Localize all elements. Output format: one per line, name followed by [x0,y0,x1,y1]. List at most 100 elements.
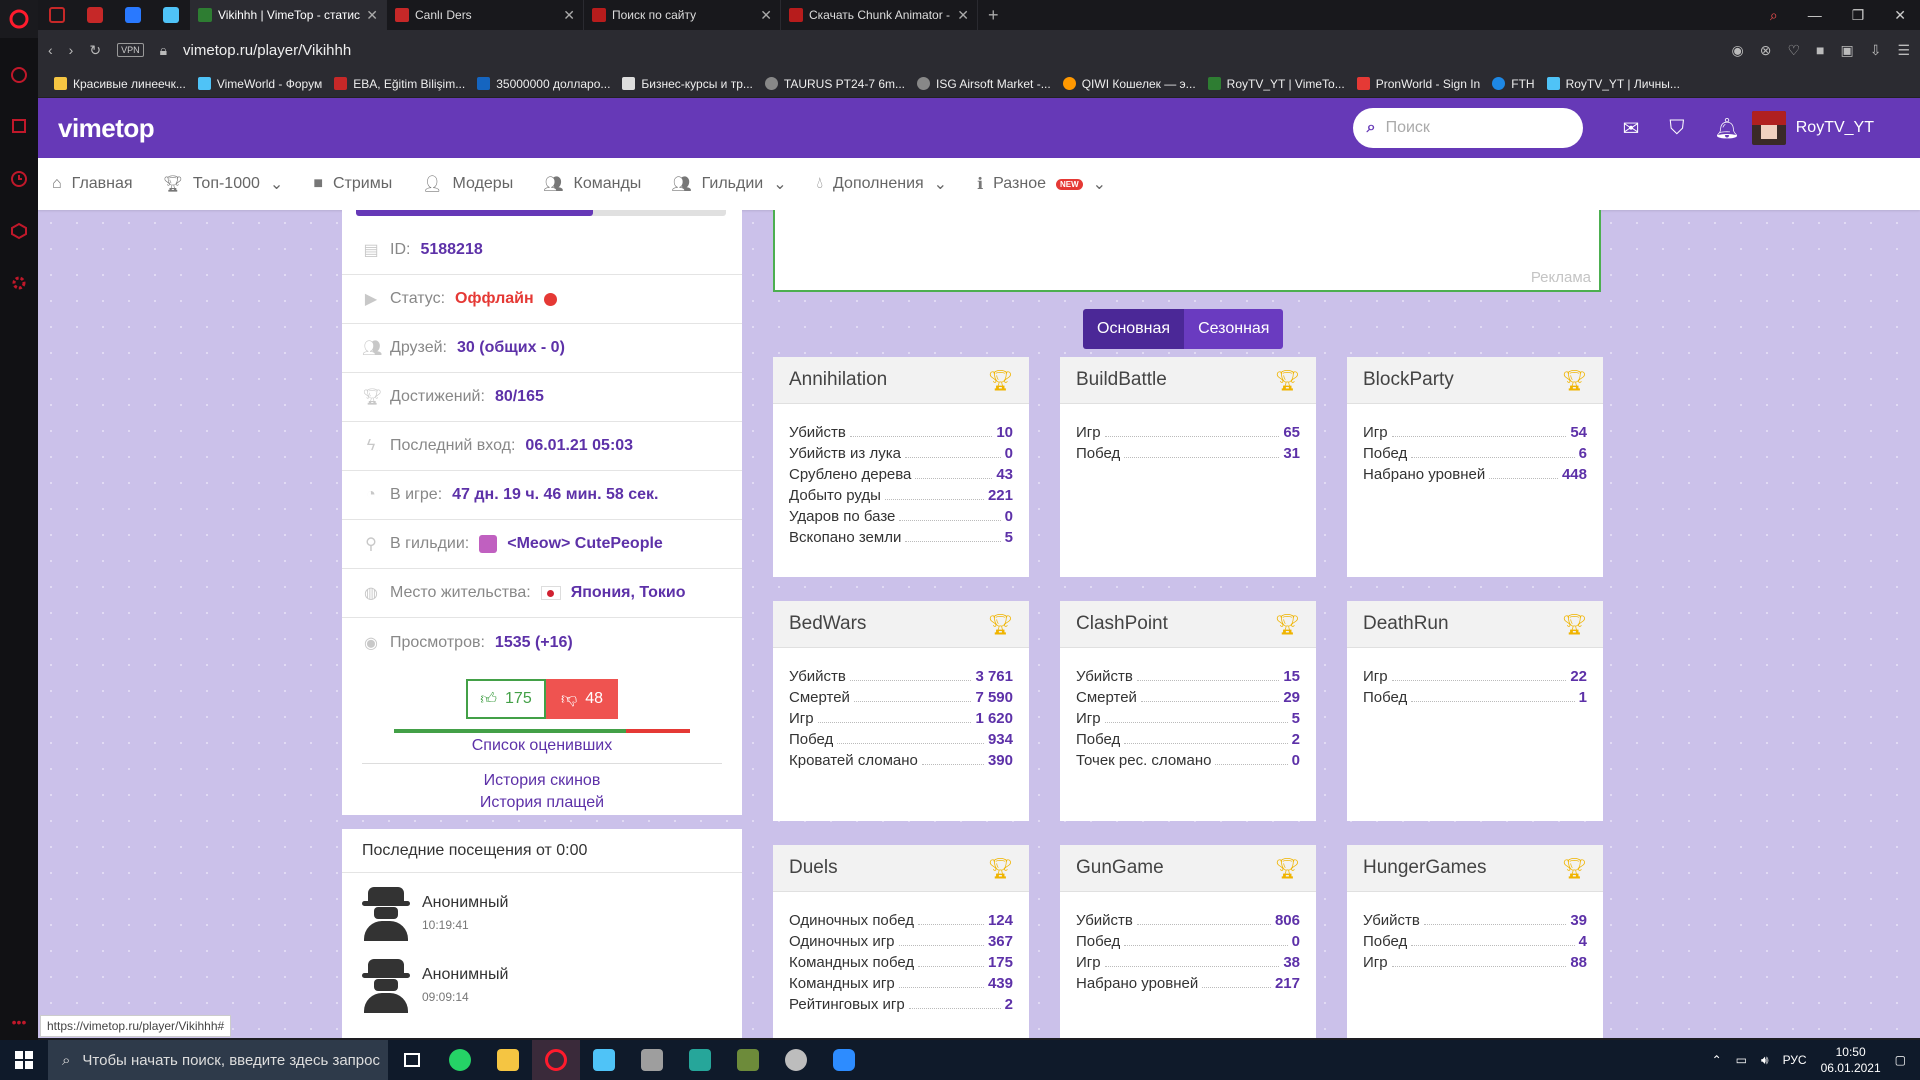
nav-moderators[interactable]: 👤︎ Модеры [422,174,513,194]
bell-icon[interactable]: 🔔︎ [1714,116,1739,141]
twitch-icon[interactable] [0,112,38,142]
taskbar-search-input[interactable]: ⌕ Чтобы начать поиск, введите здесь запр… [48,1040,388,1080]
language-indicator[interactable]: РУС [1783,1053,1807,1067]
vpn-badge[interactable]: VPN [117,43,144,57]
url-field[interactable]: vimetop.ru/player/Vikihhh [183,42,351,59]
camera-icon[interactable]: ◉ [1731,42,1743,59]
bookmark[interactable]: PronWorld - Sign In [1356,77,1480,91]
nav-top-1000[interactable]: 🏆︎ Топ-1000 ⌄ [163,174,284,194]
game-title[interactable]: ClashPoint [1076,613,1168,635]
opera-taskbar-icon[interactable] [532,1040,580,1080]
game-title[interactable]: Annihilation [789,369,887,391]
close-icon[interactable]: ✕ [957,7,969,24]
game-title[interactable]: BedWars [789,613,866,635]
dislike-button[interactable]: 👎︎ 48 [546,679,618,719]
pinned-tab[interactable] [38,0,76,30]
trophy-icon[interactable]: 🏆︎ [1275,368,1300,393]
bookmark[interactable]: VimeWorld - Форум [197,77,322,91]
pen-app-icon[interactable] [676,1040,724,1080]
opera-logo-icon[interactable] [0,0,38,38]
close-icon[interactable]: ✕ [760,7,772,24]
game-title[interactable]: GunGame [1076,857,1164,879]
username[interactable]: RoyTV_YT [1796,119,1874,137]
skins-history-link[interactable]: История скинов [342,772,742,790]
bookmark[interactable]: FTH [1492,77,1535,91]
minecraft-icon[interactable] [724,1040,772,1080]
trophy-icon[interactable]: 🏆︎ [988,612,1013,637]
new-tab-button[interactable]: + [978,5,1009,26]
nav-misc[interactable]: ℹ Разное NEW ⌄ [977,174,1106,194]
vimeworld-icon[interactable] [580,1040,628,1080]
history-icon[interactable] [0,164,38,194]
tab-search[interactable]: Поиск по сайту ✕ [584,0,781,30]
search-tabs-icon[interactable]: ⌕ [1770,7,1778,24]
like-button[interactable]: 👍︎ 175 [466,679,546,719]
raters-list-link[interactable]: Список оценивших [342,737,742,755]
app-icon[interactable] [772,1040,820,1080]
block-icon[interactable]: ⊗ [1760,42,1772,59]
profile-icon[interactable]: ▣ [1840,42,1853,59]
close-window-button[interactable]: ✕ [1894,7,1906,24]
back-icon[interactable]: ‹ [48,42,53,58]
heart-icon[interactable]: ♡ [1787,42,1800,59]
forward-icon[interactable]: › [69,42,74,58]
windows-start-icon[interactable] [0,1040,48,1080]
bookmark[interactable]: Красивые линеечк... [54,77,186,91]
notifications-icon[interactable]: ▢ [1895,1053,1906,1067]
trophy-icon[interactable]: 🏆︎ [1275,612,1300,637]
site-logo[interactable]: vimetop [58,113,155,144]
main-stats-button[interactable]: Основная [1083,309,1185,349]
tab-canli-ders[interactable]: Canlı Ders ✕ [387,0,584,30]
profile-achievements-row[interactable]: 🏆︎ Достижений: 80/165 [342,373,742,422]
zoom-icon[interactable] [820,1040,868,1080]
restore-button[interactable]: ❐ [1852,7,1865,24]
capes-history-link[interactable]: История плащей [342,794,742,812]
reload-icon[interactable]: ↻ [89,42,101,59]
settings-icon[interactable] [0,268,38,298]
trophy-icon[interactable]: 🏆︎ [988,856,1013,881]
extensions-icon[interactable] [0,216,38,246]
task-view-icon[interactable] [388,1040,436,1080]
network-icon[interactable]: ▭ [1736,1053,1747,1067]
minimize-button[interactable]: — [1808,7,1822,23]
shield-icon[interactable]: ⛉ [1669,117,1684,140]
bookmark[interactable]: RoyTV_YT | VimeTo... [1207,77,1345,91]
nav-streams[interactable]: ■ Стримы [313,175,392,193]
bookmark[interactable]: Бизнес-курсы и тр... [622,77,753,91]
trophy-icon[interactable]: 🏆︎ [1562,368,1587,393]
speed-dial-icon[interactable] [0,60,38,90]
bookmark[interactable]: 35000000 долларо... [477,77,610,91]
profile-guild-row[interactable]: ⚲ В гильдии: <Meow> CutePeople [342,520,742,569]
file-explorer-icon[interactable] [484,1040,532,1080]
volume-icon[interactable]: 🔊︎ [1761,1053,1769,1068]
close-icon[interactable]: ✕ [563,7,575,24]
nav-addons[interactable]: 💧︎ Дополнения ⌄ [817,174,947,194]
nav-home[interactable]: ⌂ Главная [52,175,133,193]
search-input[interactable]: ⌕ Поиск [1352,108,1583,148]
bookmark[interactable]: QIWI Кошелек — э... [1062,77,1196,91]
game-title[interactable]: BuildBattle [1076,369,1167,391]
bookmark[interactable]: TAURUS PT24-7 6m... [764,77,905,91]
download-icon[interactable]: ⇩ [1870,42,1882,59]
bookmark[interactable]: ISG Airsoft Market -... [917,77,1051,91]
trophy-icon[interactable]: 🏆︎ [1562,612,1587,637]
pinned-tab[interactable] [114,0,152,30]
nav-guilds[interactable]: 👥︎ Гильдии ⌄ [671,174,786,194]
avatar[interactable] [1751,111,1786,145]
extension-icon[interactable]: ■ [1816,42,1824,59]
trophy-icon[interactable]: 🏆︎ [988,368,1013,393]
clock[interactable]: 10:50 06.01.2021 [1821,1044,1881,1076]
game-title[interactable]: DeathRun [1363,613,1449,635]
trophy-icon[interactable]: 🏆︎ [1275,856,1300,881]
more-icon[interactable]: ••• [0,1014,38,1030]
season-stats-button[interactable]: Сезонная [1184,309,1284,349]
nav-teams[interactable]: 👥︎ Команды [543,174,641,194]
trophy-icon[interactable]: 🏆︎ [1562,856,1587,881]
tab-chunk-animator[interactable]: Скачать Chunk Animator - ✕ [781,0,978,30]
game-title[interactable]: BlockParty [1363,369,1454,391]
game-title[interactable]: HungerGames [1363,857,1487,879]
profile-friends-row[interactable]: 👥︎ Друзей: 30 (общих - 0) [342,324,742,373]
pinned-tab[interactable] [76,0,114,30]
game-title[interactable]: Duels [789,857,838,879]
whatsapp-icon[interactable] [436,1040,484,1080]
